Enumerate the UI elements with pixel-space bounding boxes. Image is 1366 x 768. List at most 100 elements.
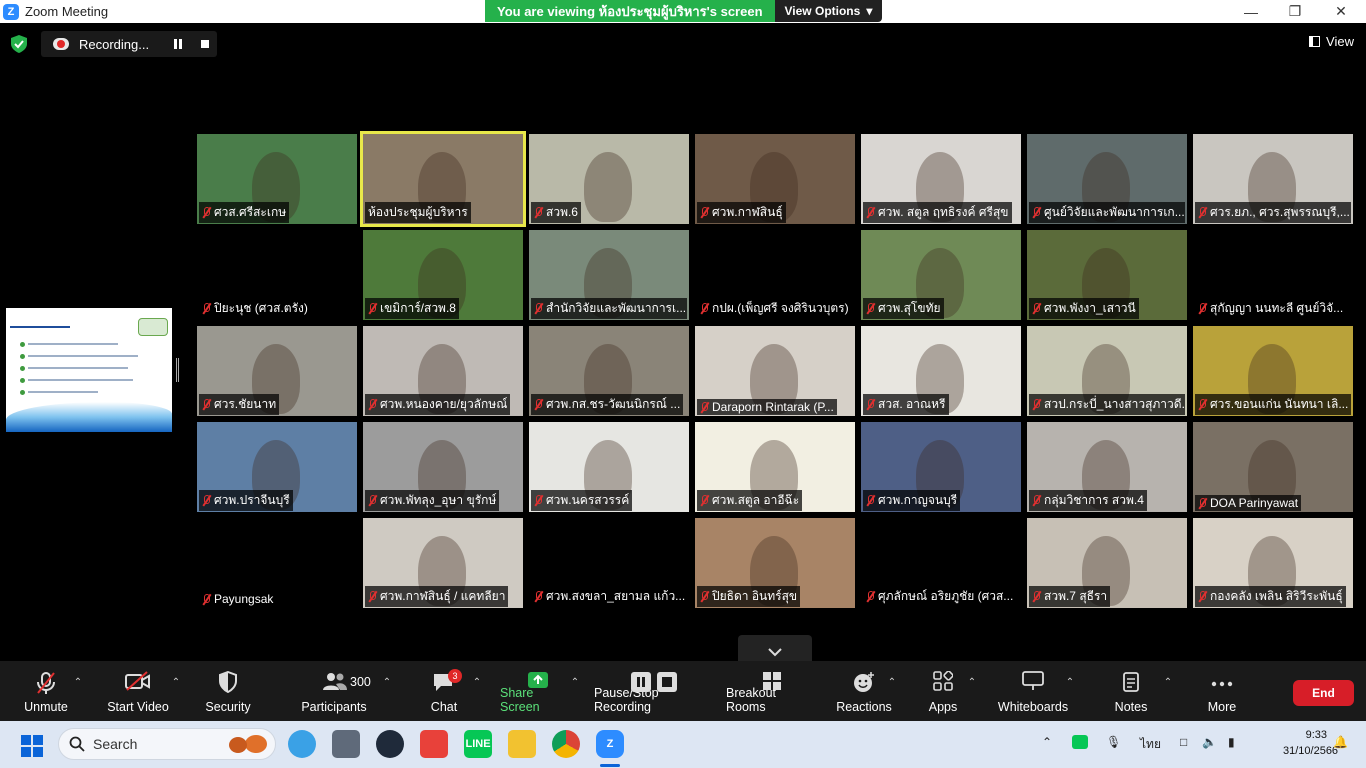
participant-tile[interactable]: DOA Parinyawat xyxy=(1193,422,1353,512)
microphone-muted-icon xyxy=(866,303,875,314)
speedometer-app-icon[interactable] xyxy=(376,730,404,758)
chevron-up-icon: ⌃ xyxy=(73,677,83,688)
participant-tile[interactable]: ศวพ.กาฬสินธุ์ xyxy=(695,134,855,224)
unmute-button[interactable]: Unmute xyxy=(14,661,78,721)
chrome-browser-icon[interactable] xyxy=(552,730,580,758)
participants-icon xyxy=(323,673,347,690)
pause-stop-recording-button[interactable]: Pause/Stop Recording xyxy=(594,661,714,721)
participants-options-caret[interactable]: ⌃ xyxy=(381,661,393,721)
volume-icon[interactable]: 🔈 xyxy=(1202,735,1217,749)
language-indicator[interactable]: ไทย xyxy=(1140,735,1161,754)
participant-tile[interactable]: สวพ.7 สุธีรา xyxy=(1027,518,1187,608)
chat-options-caret[interactable]: ⌃ xyxy=(471,661,483,721)
participant-tile[interactable]: ศวพ.นครสวรรค์ xyxy=(529,422,689,512)
calculator-app-icon[interactable] xyxy=(332,730,360,758)
participant-tile[interactable]: กลุ่มวิชาการ สวพ.4 xyxy=(1027,422,1187,512)
battery-icon[interactable]: ▮ xyxy=(1228,735,1235,749)
system-clock[interactable]: 9:33 31/10/2566 xyxy=(1283,727,1338,759)
participant-name-label: ศวพ.กาฬสินธุ์ xyxy=(697,202,786,223)
microphone-muted-icon xyxy=(700,401,709,413)
participant-tile[interactable]: ปิยะนุช (ศวส.ตรัง) xyxy=(197,230,357,320)
participant-tile[interactable]: เขมิการ์/สวพ.8 xyxy=(363,230,523,320)
participant-tile[interactable]: สำนักวิจัยและพัฒนาการเ... xyxy=(529,230,689,320)
reactions-button[interactable]: Reactions xyxy=(836,661,892,721)
chevron-up-icon: ⌃ xyxy=(382,677,392,688)
notes-options-caret[interactable]: ⌃ xyxy=(1162,661,1174,721)
apps-button[interactable]: Apps xyxy=(920,661,966,721)
participant-tile[interactable]: ศวพ.สุโขทัย xyxy=(861,230,1021,320)
participant-tile[interactable]: ศวร.ยภ., ศวร.สุพรรณบุรี,... xyxy=(1193,134,1353,224)
windows-start-icon[interactable] xyxy=(21,735,43,757)
participant-tile[interactable]: สวป.กระบี่_นางสาวสุภาวดี... xyxy=(1027,326,1187,416)
microphone-tray-icon[interactable]: 🎙 xyxy=(1106,735,1121,749)
view-layout-icon xyxy=(1309,36,1321,47)
thumbnail-resize-handle[interactable] xyxy=(176,358,179,382)
participant-tile[interactable]: ศวส.ศรีสะเกษ xyxy=(197,134,357,224)
audio-options-caret[interactable]: ⌃ xyxy=(72,661,84,721)
participant-tile[interactable]: ศุภลักษณ์ อริยภูชัย (ศวส... xyxy=(861,518,1021,608)
meeting-toolbar: Unmute ⌃ Start Video ⌃ Security 300 Part… xyxy=(0,661,1366,721)
participant-tile[interactable]: ศวร.ชัยนาท xyxy=(197,326,357,416)
participant-tile[interactable]: ศูนย์วิจัยและพัฒนาการเก... xyxy=(1027,134,1187,224)
whiteboards-button[interactable]: Whiteboards xyxy=(996,661,1070,721)
participant-tile[interactable]: สวพ.6 xyxy=(529,134,689,224)
participant-tile[interactable]: ศวพ.หนองคาย/ยุวลักษณ์ xyxy=(363,326,523,416)
encryption-shield-icon[interactable] xyxy=(11,35,27,53)
participant-name: กลุ่มวิชาการ สวพ.4 xyxy=(1044,493,1144,507)
participant-name-label: Daraporn Rintarak (P... xyxy=(697,399,837,415)
participant-tile[interactable]: ศวร.ขอนแก่น นันทนา เลิ... xyxy=(1193,326,1353,416)
participant-tile[interactable]: Payungsak xyxy=(197,518,357,608)
participant-name: ศวพ.กาฬสินธุ์ / แคทลียา xyxy=(380,589,506,603)
zoom-app-icon[interactable]: Z xyxy=(596,730,624,758)
network-icon[interactable]: □ xyxy=(1180,735,1187,749)
participant-tile[interactable]: ปิยธิดา อินทร์สุข xyxy=(695,518,855,608)
widgets-globe-icon[interactable] xyxy=(288,730,316,758)
participant-tile[interactable]: ศวพ.สตูล อาอีฉ๊ะ xyxy=(695,422,855,512)
participant-tile[interactable]: กปผ.(เพ็ญศรี จงศิรินวบุตร) xyxy=(695,230,855,320)
close-button[interactable]: ✕ xyxy=(1318,0,1364,23)
breakout-rooms-icon xyxy=(763,672,781,690)
participant-tile[interactable]: ศวพ.พัทลุง_อุษา ขุรักษ์ xyxy=(363,422,523,512)
participant-tile[interactable]: ศวพ.กาญจนบุรี xyxy=(861,422,1021,512)
participant-tile[interactable]: ศวพ.กส.ชร-วัฒนนิกรณ์ ... xyxy=(529,326,689,416)
participant-tile[interactable]: Daraporn Rintarak (P... xyxy=(695,326,855,416)
share-screen-button[interactable]: Share Screen xyxy=(500,661,576,721)
view-button[interactable]: View xyxy=(1309,34,1354,49)
minimize-button[interactable]: — xyxy=(1228,0,1274,23)
chat-button[interactable]: 3 Chat xyxy=(420,661,468,721)
view-options-button[interactable]: View Options ▾ xyxy=(774,0,883,22)
share-options-caret[interactable]: ⌃ xyxy=(569,661,581,721)
maximize-button[interactable]: ❐ xyxy=(1272,0,1318,23)
shared-screen-thumbnail[interactable] xyxy=(6,308,172,432)
line-tray-icon[interactable] xyxy=(1072,735,1088,749)
participant-tile[interactable]: ศวพ. สตูล ฤทธิรงค์ ศรีสุข xyxy=(861,134,1021,224)
participants-button[interactable]: 300 Participants xyxy=(300,661,371,721)
reactions-options-caret[interactable]: ⌃ xyxy=(886,661,898,721)
participant-tile[interactable]: สุกัญญา นนทะลี ศูนย์วิจั... xyxy=(1193,230,1353,320)
file-explorer-icon[interactable] xyxy=(508,730,536,758)
participant-tile[interactable]: สวส. อาณหรี xyxy=(861,326,1021,416)
start-video-button[interactable]: Start Video xyxy=(104,661,172,721)
stop-recording-icon[interactable] xyxy=(201,40,209,48)
participant-tile[interactable]: ศวพ.กาฬสินธุ์ / แคทลียา xyxy=(363,518,523,608)
participant-tile[interactable]: ศวพ.สงขลา_สยามล แก้ว... xyxy=(529,518,689,608)
notes-button[interactable]: Notes xyxy=(1108,661,1154,721)
video-options-caret[interactable]: ⌃ xyxy=(170,661,182,721)
taskbar-search-box[interactable]: Search xyxy=(58,728,276,760)
breakout-rooms-button[interactable]: Breakout Rooms xyxy=(726,661,818,721)
tray-expand-icon[interactable]: ⌃ xyxy=(1042,735,1052,749)
more-button[interactable]: More xyxy=(1198,661,1246,721)
participant-tile[interactable]: กองคลัง เพลิน สิริวีระพันธุ์ xyxy=(1193,518,1353,608)
whiteboards-options-caret[interactable]: ⌃ xyxy=(1064,661,1076,721)
pause-recording-icon[interactable] xyxy=(174,39,182,49)
notifications-bell-icon[interactable]: 🔔 xyxy=(1333,735,1348,749)
security-button[interactable]: Security xyxy=(200,661,256,721)
line-app-icon[interactable]: LINE xyxy=(464,730,492,758)
view-options-label: View Options xyxy=(784,4,861,18)
end-meeting-button[interactable]: End xyxy=(1293,680,1354,706)
participant-tile[interactable]: ศวพ.พังงา_เสาวนี xyxy=(1027,230,1187,320)
participant-tile[interactable]: ห้องประชุมผู้บริหาร xyxy=(360,131,526,227)
participant-tile[interactable]: ศวพ.ปราจีนบุรี xyxy=(197,422,357,512)
anydesk-app-icon[interactable] xyxy=(420,730,448,758)
apps-options-caret[interactable]: ⌃ xyxy=(966,661,978,721)
